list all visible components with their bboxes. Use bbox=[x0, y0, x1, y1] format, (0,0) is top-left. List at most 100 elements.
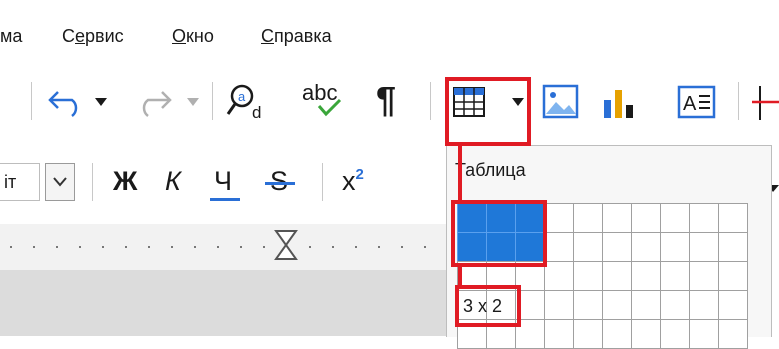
indent-marker-icon[interactable] bbox=[273, 229, 299, 263]
toolbar-separator bbox=[212, 82, 213, 120]
grid-cell[interactable] bbox=[544, 232, 574, 262]
highlight-box-table-button bbox=[445, 77, 531, 146]
grid-cell[interactable] bbox=[544, 290, 574, 320]
grid-cell[interactable] bbox=[573, 261, 603, 291]
toolbar-separator bbox=[92, 163, 93, 201]
find-replace-icon[interactable]: a d bbox=[226, 82, 270, 122]
redo-icon[interactable] bbox=[132, 82, 176, 118]
insert-textbox-icon[interactable]: A bbox=[677, 85, 717, 119]
underline-bar bbox=[210, 198, 240, 201]
grid-cell[interactable] bbox=[631, 319, 661, 349]
ruler-tick bbox=[102, 246, 104, 248]
font-name-box[interactable]: іт bbox=[0, 163, 40, 201]
menu-tools[interactable]: Сервис bbox=[62, 26, 124, 47]
toolbar-separator bbox=[322, 163, 323, 201]
ruler-tick bbox=[10, 246, 12, 248]
grid-cell[interactable] bbox=[660, 261, 690, 291]
svg-text:A: A bbox=[683, 93, 697, 115]
toolbar-separator bbox=[31, 82, 32, 120]
ruler-tick bbox=[378, 246, 380, 248]
document-background bbox=[0, 270, 446, 336]
italic-button[interactable]: К bbox=[165, 166, 181, 197]
grid-cell[interactable] bbox=[689, 203, 719, 233]
bold-button[interactable]: Ж bbox=[113, 166, 137, 197]
grid-cell[interactable] bbox=[718, 203, 748, 233]
menu-accelerator: С bbox=[261, 26, 274, 46]
formatting-marks-icon[interactable]: ¶ bbox=[376, 79, 396, 121]
grid-cell[interactable] bbox=[573, 319, 603, 349]
menu-help[interactable]: Справка bbox=[261, 26, 332, 47]
grid-cell[interactable] bbox=[689, 232, 719, 262]
font-size-dropdown[interactable] bbox=[45, 163, 75, 201]
menu-accelerator: О bbox=[172, 26, 187, 46]
grid-cell[interactable] bbox=[631, 290, 661, 320]
underline-label: Ч bbox=[214, 166, 232, 196]
grid-cell[interactable] bbox=[718, 232, 748, 262]
grid-cell[interactable] bbox=[631, 232, 661, 262]
ruler-tick bbox=[125, 246, 127, 248]
ruler-tick bbox=[424, 246, 426, 248]
strikethrough-button[interactable]: S bbox=[265, 166, 295, 197]
grid-cell[interactable] bbox=[660, 203, 690, 233]
grid-cell[interactable] bbox=[631, 261, 661, 291]
insert-chart-icon[interactable] bbox=[601, 86, 637, 120]
check-icon bbox=[317, 98, 342, 117]
undo-icon[interactable] bbox=[44, 82, 88, 118]
highlight-box-selection bbox=[451, 200, 547, 267]
svg-text:d: d bbox=[252, 103, 261, 122]
chevron-down-icon bbox=[53, 177, 67, 187]
horizontal-ruler bbox=[0, 224, 446, 270]
strikethrough-label: S bbox=[270, 166, 289, 196]
grid-cell[interactable] bbox=[573, 203, 603, 233]
ruler-tick bbox=[171, 246, 173, 248]
dropdown-arrow-icon[interactable] bbox=[94, 96, 108, 108]
underline-button[interactable]: Ч bbox=[210, 166, 240, 201]
grid-cell[interactable] bbox=[602, 232, 632, 262]
grid-cell[interactable] bbox=[573, 290, 603, 320]
grid-cell[interactable] bbox=[689, 319, 719, 349]
ruler-tick bbox=[33, 246, 35, 248]
dropdown-arrow-icon[interactable] bbox=[186, 96, 200, 108]
spellcheck-icon[interactable]: abc bbox=[302, 80, 352, 124]
grid-cell[interactable] bbox=[602, 261, 632, 291]
grid-cell[interactable] bbox=[660, 232, 690, 262]
superscript-button[interactable]: x2 bbox=[342, 166, 364, 197]
ruler-tick bbox=[217, 246, 219, 248]
grid-cell[interactable] bbox=[718, 261, 748, 291]
grid-cell[interactable] bbox=[602, 319, 632, 349]
ruler-tick bbox=[194, 246, 196, 248]
grid-cell[interactable] bbox=[689, 261, 719, 291]
grid-cell[interactable] bbox=[573, 232, 603, 262]
grid-cell[interactable] bbox=[689, 290, 719, 320]
svg-text:a: a bbox=[238, 89, 246, 104]
toolbar-separator bbox=[430, 82, 431, 120]
highlight-box-size-label bbox=[455, 285, 521, 327]
grid-cell[interactable] bbox=[660, 290, 690, 320]
menu-accelerator: е bbox=[75, 26, 86, 46]
ruler-tick bbox=[240, 246, 242, 248]
grid-cell[interactable] bbox=[602, 203, 632, 233]
toolbar-separator bbox=[738, 82, 739, 120]
menu-format[interactable]: ма bbox=[0, 26, 22, 47]
ruler-tick bbox=[148, 246, 150, 248]
grid-cell[interactable] bbox=[718, 319, 748, 349]
grid-cell[interactable] bbox=[718, 290, 748, 320]
highlight-connector bbox=[458, 146, 462, 203]
grid-cell[interactable] bbox=[660, 319, 690, 349]
ruler-tick bbox=[332, 246, 334, 248]
highlight-connector bbox=[458, 266, 462, 286]
ruler-tick bbox=[56, 246, 58, 248]
grid-cell[interactable] bbox=[544, 319, 574, 349]
ruler-tick bbox=[79, 246, 81, 248]
grid-cell[interactable] bbox=[602, 290, 632, 320]
ruler-tick bbox=[355, 246, 357, 248]
field-icon[interactable] bbox=[750, 84, 779, 122]
ruler-tick bbox=[309, 246, 311, 248]
insert-image-icon[interactable] bbox=[542, 84, 580, 120]
grid-cell[interactable] bbox=[544, 261, 574, 291]
superscript-label: x bbox=[342, 166, 356, 196]
grid-cell[interactable] bbox=[544, 203, 574, 233]
ruler-ticks bbox=[10, 246, 426, 248]
grid-cell[interactable] bbox=[631, 203, 661, 233]
menu-window[interactable]: Окно bbox=[172, 26, 214, 47]
